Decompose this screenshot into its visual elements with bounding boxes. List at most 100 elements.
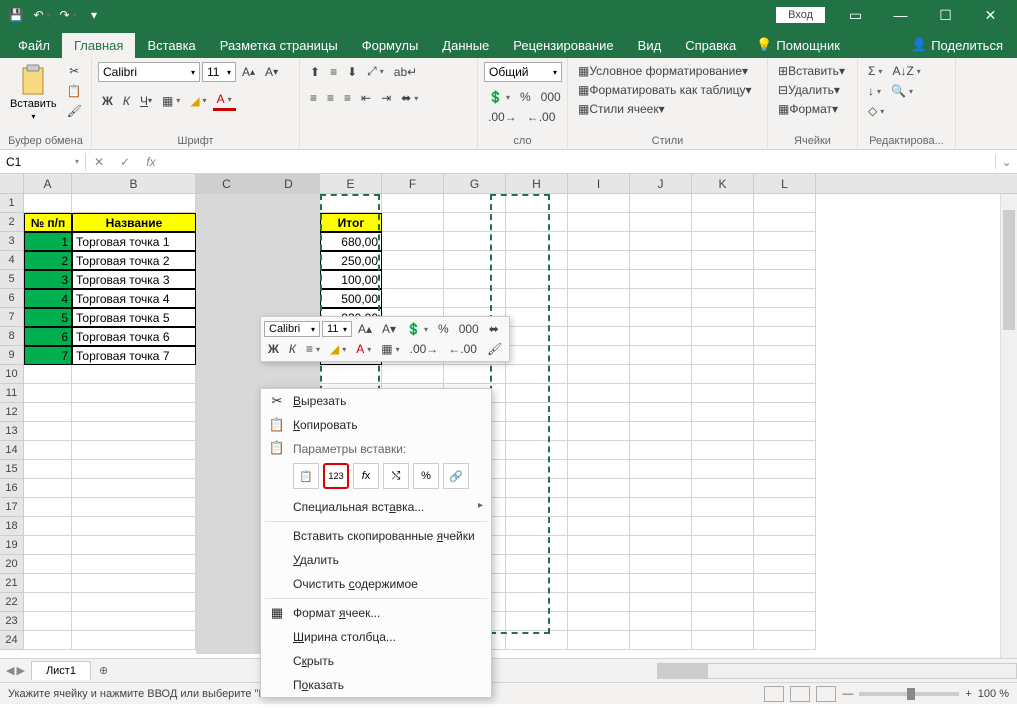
cell[interactable]: [630, 536, 692, 555]
column-header-H[interactable]: H: [506, 174, 568, 193]
select-all-corner[interactable]: [0, 174, 24, 193]
cell[interactable]: [692, 517, 754, 536]
cell[interactable]: [506, 536, 568, 555]
orientation-button[interactable]: ⤢: [363, 62, 388, 81]
cell[interactable]: [506, 460, 568, 479]
row-header-24[interactable]: 24: [0, 631, 24, 650]
cell[interactable]: [196, 365, 258, 384]
cm-clear[interactable]: Очистить содержимое: [261, 572, 491, 596]
cell[interactable]: 500,00: [320, 289, 382, 308]
cell[interactable]: [630, 403, 692, 422]
cell[interactable]: Торговая точка 6: [72, 327, 196, 346]
cancel-formula-button[interactable]: ✕: [86, 152, 112, 172]
cell[interactable]: [506, 289, 568, 308]
tell-me[interactable]: 💡 Помощник: [748, 32, 848, 58]
cell[interactable]: [72, 574, 196, 593]
fill-button[interactable]: ↓: [864, 82, 885, 100]
cell[interactable]: [568, 365, 630, 384]
minimize-button[interactable]: —: [878, 0, 923, 30]
column-header-C[interactable]: C: [196, 174, 258, 193]
decrease-indent-button[interactable]: ⇤: [357, 89, 375, 107]
cell[interactable]: [506, 593, 568, 612]
format-as-table-button[interactable]: ▦ Форматировать как таблицу ▾: [574, 81, 761, 99]
cell[interactable]: [506, 308, 568, 327]
vertical-scrollbar[interactable]: [1000, 194, 1017, 658]
row-header-9[interactable]: 9: [0, 346, 24, 365]
cell[interactable]: [24, 555, 72, 574]
share-button[interactable]: 👤 Поделиться: [903, 32, 1011, 58]
cell[interactable]: [196, 593, 258, 612]
row-header-19[interactable]: 19: [0, 536, 24, 555]
cell[interactable]: [754, 422, 816, 441]
login-button[interactable]: Вход: [776, 7, 825, 23]
cell[interactable]: [196, 517, 258, 536]
cell[interactable]: [568, 555, 630, 574]
font-color-button[interactable]: A: [213, 90, 236, 111]
cell[interactable]: Торговая точка 1: [72, 232, 196, 251]
cell[interactable]: [506, 365, 568, 384]
cell[interactable]: [754, 194, 816, 213]
cell[interactable]: [630, 631, 692, 650]
cell[interactable]: [196, 232, 258, 251]
cell[interactable]: [568, 270, 630, 289]
cell[interactable]: [692, 555, 754, 574]
cell[interactable]: Торговая точка 7: [72, 346, 196, 365]
paste-values[interactable]: 123: [323, 463, 349, 489]
cell[interactable]: [692, 213, 754, 232]
cell[interactable]: [24, 365, 72, 384]
cell[interactable]: [72, 460, 196, 479]
mini-font-size[interactable]: 11▾: [322, 321, 352, 337]
cell[interactable]: [196, 460, 258, 479]
cell[interactable]: [506, 422, 568, 441]
cell[interactable]: [754, 270, 816, 289]
cell[interactable]: [692, 536, 754, 555]
cell[interactable]: [506, 555, 568, 574]
cell[interactable]: [630, 270, 692, 289]
cell[interactable]: [506, 213, 568, 232]
cell[interactable]: [692, 289, 754, 308]
cell[interactable]: [196, 479, 258, 498]
cell[interactable]: Итог: [320, 213, 382, 232]
cell[interactable]: [568, 612, 630, 631]
row-header-3[interactable]: 3: [0, 232, 24, 251]
view-layout-button[interactable]: [790, 686, 810, 702]
font-name-selector[interactable]: Calibri▾: [98, 62, 200, 82]
format-cells-button[interactable]: ▦ Формат ▾: [774, 100, 842, 118]
italic-button[interactable]: К: [119, 92, 134, 110]
align-left-button[interactable]: ≡: [306, 89, 321, 107]
mini-font-color[interactable]: A: [352, 340, 375, 358]
cell[interactable]: [754, 308, 816, 327]
cell[interactable]: [630, 327, 692, 346]
cell[interactable]: [382, 289, 444, 308]
cell[interactable]: [692, 441, 754, 460]
tab-help[interactable]: Справка: [673, 33, 748, 58]
row-header-7[interactable]: 7: [0, 308, 24, 327]
cell[interactable]: [754, 232, 816, 251]
cell[interactable]: [72, 403, 196, 422]
cell[interactable]: [382, 232, 444, 251]
mini-thousands[interactable]: 000: [455, 320, 483, 338]
cell[interactable]: [320, 365, 382, 384]
mini-percent[interactable]: %: [434, 320, 453, 338]
cell[interactable]: 250,00: [320, 251, 382, 270]
cell[interactable]: [692, 346, 754, 365]
cell[interactable]: [692, 498, 754, 517]
autosum-button[interactable]: Σ: [864, 62, 886, 80]
cell[interactable]: [630, 479, 692, 498]
cell[interactable]: [692, 251, 754, 270]
cell[interactable]: [692, 574, 754, 593]
cell[interactable]: [444, 194, 506, 213]
cm-format-cells[interactable]: ▦Формат ячеек...: [261, 601, 491, 625]
cell[interactable]: [630, 422, 692, 441]
maximize-button[interactable]: ☐: [923, 0, 968, 30]
cm-column-width[interactable]: Ширина столбца...: [261, 625, 491, 649]
cell[interactable]: [568, 251, 630, 270]
cell[interactable]: [692, 593, 754, 612]
cell[interactable]: [506, 479, 568, 498]
cell[interactable]: [506, 631, 568, 650]
cell[interactable]: [692, 403, 754, 422]
cell[interactable]: 2: [24, 251, 72, 270]
cell[interactable]: [630, 593, 692, 612]
cell[interactable]: [506, 384, 568, 403]
cell[interactable]: [196, 194, 258, 213]
